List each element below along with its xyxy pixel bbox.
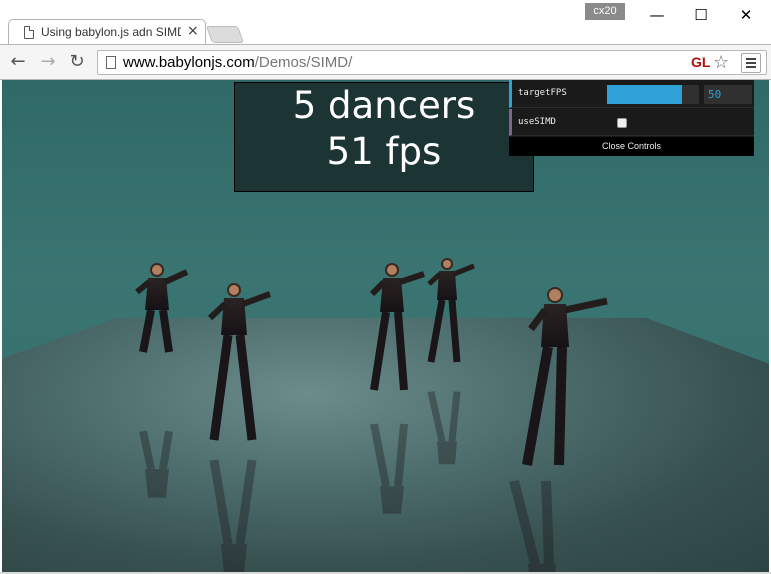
dancer-count: 5 dancers (292, 84, 476, 127)
target-fps-label: targetFPS (518, 88, 567, 98)
bookmark-star-icon[interactable]: ☆ (713, 52, 729, 73)
dancer (522, 287, 608, 466)
target-fps-slider[interactable] (607, 85, 699, 104)
minimize-button[interactable]: — (637, 2, 677, 28)
profile-badge[interactable]: cx20 (585, 3, 625, 20)
forward-arrow-icon[interactable]: → (37, 51, 59, 73)
url-path: /Demos/SIMD/ (254, 54, 353, 71)
fps-readout: 51 fps (326, 130, 442, 173)
target-fps-row: targetFPS 50 (509, 80, 754, 108)
url-host: www.babylonjs.com (123, 54, 255, 71)
dancer (135, 263, 189, 353)
page-icon (24, 26, 34, 39)
target-fps-slider-fill (607, 85, 683, 104)
dancer (427, 258, 475, 363)
page-icon (106, 56, 116, 69)
title-bar: Using babylon.js adn SIMD × cx20 — ☐ ✕ (0, 0, 771, 45)
back-arrow-icon[interactable]: ← (7, 51, 29, 73)
browser-toolbar: ← → ↻ www.babylonjs.com/Demos/SIMD/ GL ☆ (0, 44, 771, 80)
gl-badge[interactable]: GL (691, 54, 710, 70)
close-controls-button[interactable]: Close Controls (509, 137, 754, 156)
reload-icon[interactable]: ↻ (66, 51, 88, 73)
use-simd-label: useSIMD (518, 117, 556, 127)
stats-overlay: 5 dancers 51 fps (234, 82, 534, 192)
close-window-button[interactable]: ✕ (726, 2, 766, 28)
render-canvas[interactable]: 5 dancers 51 fps targetFPS 50 useSIMD Cl… (2, 80, 769, 572)
address-bar[interactable]: www.babylonjs.com/Demos/SIMD/ GL ☆ (97, 50, 767, 75)
controls-panel: targetFPS 50 useSIMD Close Controls (509, 80, 754, 156)
tab-close-icon[interactable]: × (187, 23, 199, 39)
dancer (369, 263, 425, 391)
menu-icon[interactable] (741, 53, 761, 73)
maximize-button[interactable]: ☐ (681, 2, 721, 28)
browser-tab[interactable]: Using babylon.js adn SIMD × (8, 19, 206, 45)
dancer (207, 283, 272, 441)
use-simd-row: useSIMD (509, 109, 754, 136)
url-text[interactable]: www.babylonjs.com/Demos/SIMD/ (123, 54, 352, 71)
tab-title: Using babylon.js adn SIMD (41, 25, 181, 39)
use-simd-checkbox[interactable] (617, 118, 627, 128)
new-tab-button[interactable] (205, 26, 245, 43)
target-fps-input[interactable]: 50 (704, 85, 752, 104)
